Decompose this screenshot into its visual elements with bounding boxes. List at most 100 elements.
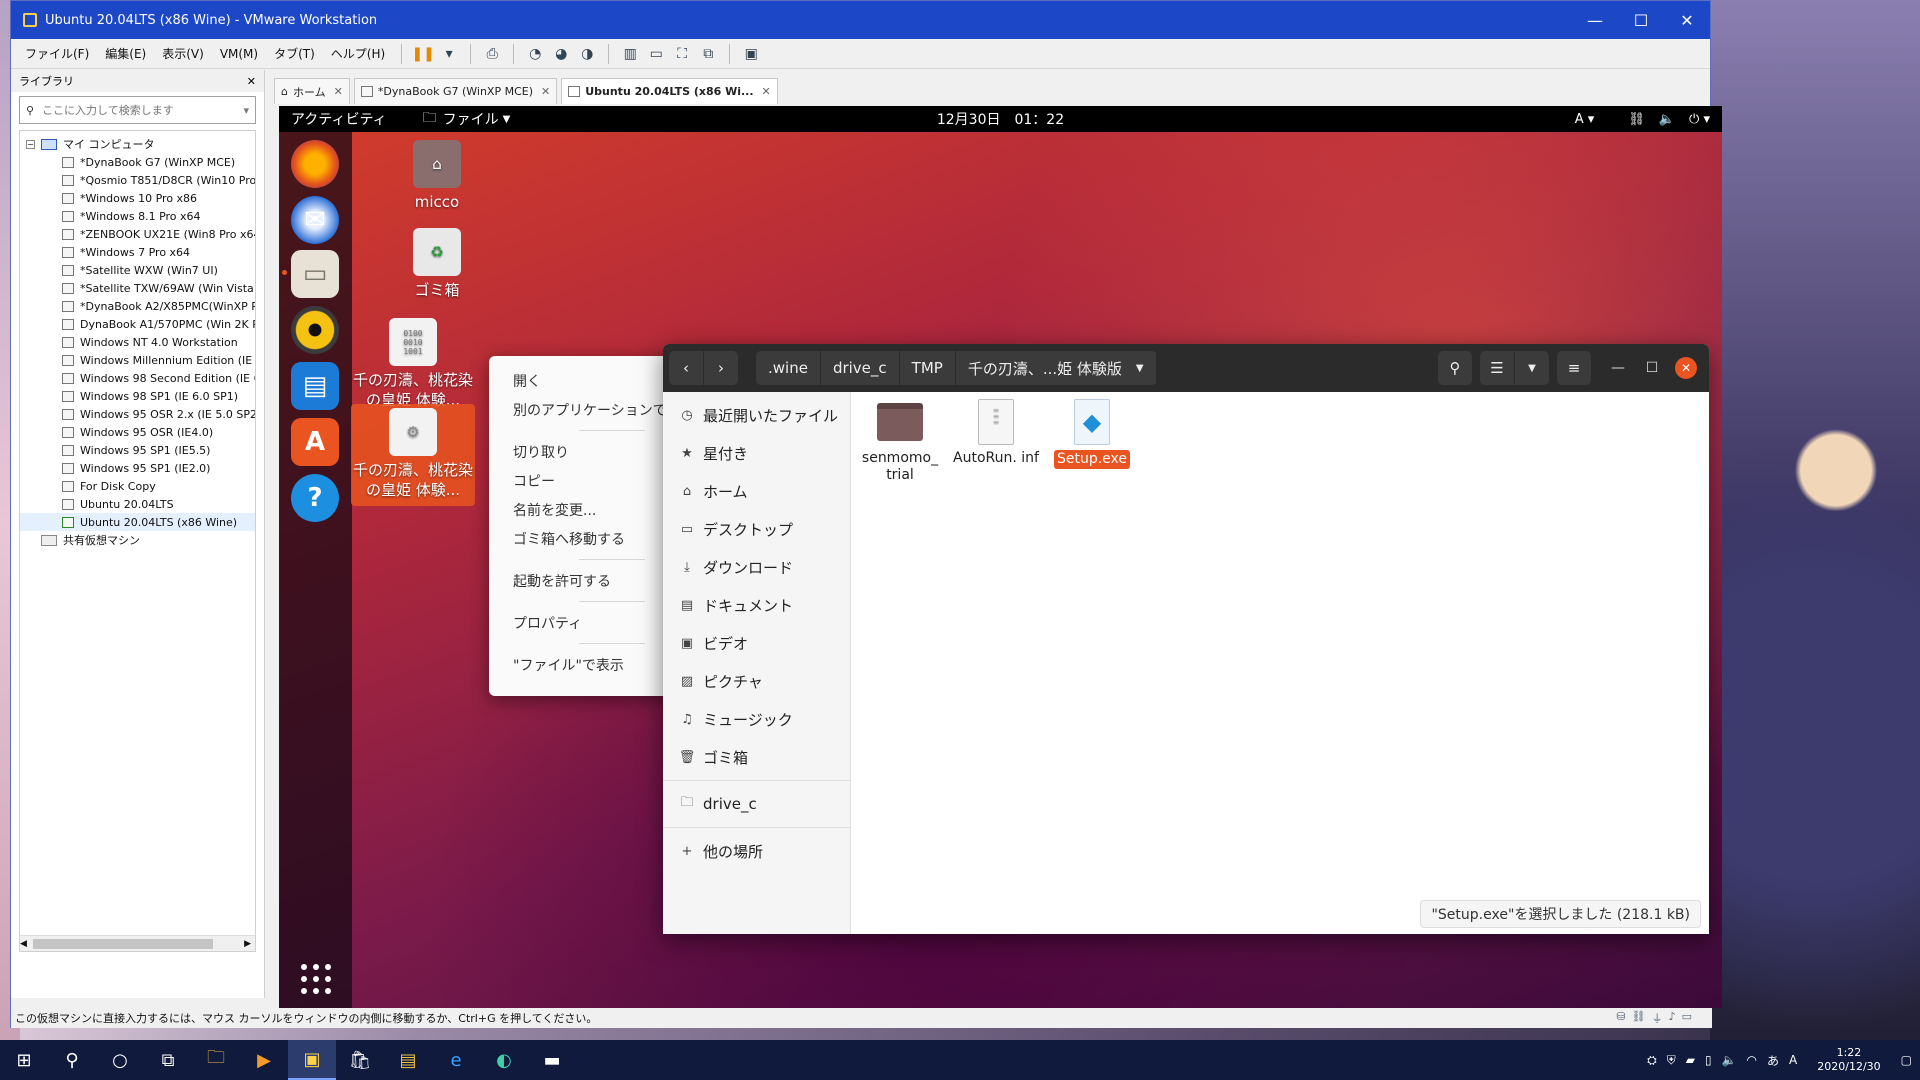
view-options-button[interactable]: ▼ (1515, 351, 1549, 385)
software-icon[interactable]: A (291, 418, 339, 466)
scroll-thumb[interactable] (32, 938, 213, 949)
revert-snapshot-icon[interactable]: ◕ (548, 42, 574, 66)
tree-item-vm[interactable]: Windows 95 OSR (IE4.0) (20, 423, 255, 441)
tree-root-shared[interactable]: 共有仮想マシン (20, 531, 255, 549)
vmware-taskbar-icon[interactable]: ▣ (288, 1040, 336, 1080)
desktop-icon-trash[interactable]: ♻ ゴミ箱 (377, 228, 497, 300)
folder-app-icon[interactable]: ▤ (384, 1040, 432, 1080)
tree-item-vm[interactable]: *Windows 10 Pro x86 (20, 189, 255, 207)
breadcrumb-drive-c[interactable]: drive_c (820, 351, 900, 385)
tree-item-vm[interactable]: *Satellite WXW (Win7 UI) (20, 261, 255, 279)
pause-dropdown-icon[interactable]: ▾ (436, 42, 462, 66)
tree-item-vm[interactable]: *Qosmio T851/D8CR (Win10 Pro x (20, 171, 255, 189)
menu-file[interactable]: ファイル(F) (17, 45, 97, 62)
desktop-icon-file[interactable]: 0100 0010 1001 千の刃濤、桃花染の皇姫 体験... (351, 318, 475, 410)
library-close-icon[interactable]: ✕ (247, 75, 256, 88)
internet-explorer-icon[interactable]: e (432, 1040, 480, 1080)
tree-item-vm[interactable]: Windows 95 SP1 (IE2.0) (20, 459, 255, 477)
ime-indicator[interactable]: あ (1767, 1052, 1779, 1069)
sidebar-item-pictures[interactable]: ▨ ピクチャ (663, 662, 850, 700)
sidebar-item-downloads[interactable]: ⤓ ダウンロード (663, 548, 850, 586)
power-icon[interactable]: ⏻ ▾ (1689, 112, 1710, 127)
tab-close-icon[interactable]: ✕ (334, 85, 343, 98)
library-search-input[interactable] (42, 103, 244, 117)
list-view-button[interactable]: ☰ (1480, 351, 1514, 385)
scroll-right-icon[interactable]: ▶ (244, 939, 251, 949)
tree-item-vm[interactable]: Windows 98 SP1 (IE 6.0 SP1) (20, 387, 255, 405)
tree-item-vm[interactable]: For Disk Copy (20, 477, 255, 495)
minimize-button[interactable]: — (1572, 1, 1618, 39)
activities-button[interactable]: アクティビティ (291, 109, 387, 129)
store-icon[interactable]: 🛍 (336, 1040, 384, 1080)
tree-item-vm[interactable]: Windows 95 SP1 (IE5.5) (20, 441, 255, 459)
snapshot-icon[interactable]: ◔ (522, 42, 548, 66)
cortana-icon[interactable]: ○ (96, 1040, 144, 1080)
task-view-icon[interactable]: ⧉ (144, 1040, 192, 1080)
volume-icon[interactable]: 🔈 (1659, 112, 1675, 127)
ime-mode-icon[interactable]: A (1789, 1053, 1797, 1067)
wifi-icon[interactable]: ◠ (1747, 1053, 1757, 1067)
maximize-button[interactable]: ☐ (1618, 1, 1664, 39)
tab-home[interactable]: ⌂ ホーム ✕ (274, 78, 350, 104)
network-icon[interactable]: ⛓ (1628, 112, 1645, 127)
snapshot-manager-icon[interactable]: ◑ (574, 42, 600, 66)
tree-item-vm[interactable]: *Satellite TXW/69AW (Win Vista U (20, 279, 255, 297)
show-applications-icon[interactable] (301, 964, 331, 994)
sidebar-item-recent[interactable]: ◷ 最近開いたファイル (663, 396, 850, 434)
tree-item-vm[interactable]: Windows 98 Second Edition (IE 6 (20, 369, 255, 387)
close-icon[interactable]: ✕ (1675, 357, 1697, 379)
taskbar-clock[interactable]: 1:22 2020/12/30 (1817, 1046, 1880, 1074)
tree-item-vm[interactable]: Windows 95 OSR 2.x (IE 5.0 SP2) (20, 405, 255, 423)
edge-icon[interactable]: ◐ (480, 1040, 528, 1080)
tree-item-vm[interactable]: Ubuntu 20.04LTS (20, 495, 255, 513)
tree-root-my-computer[interactable]: − マイ コンピュータ (20, 135, 255, 153)
media-player-icon[interactable]: ▶ (240, 1040, 288, 1080)
menu-help[interactable]: ヘルプ(H) (323, 45, 393, 62)
sound-icon[interactable]: ♪ (1669, 1010, 1676, 1026)
tree-item-vm[interactable]: *Windows 8.1 Pro x64 (20, 207, 255, 225)
sidebar-item-drive-c[interactable]: 🗀 drive_c (663, 785, 850, 823)
tab-close-icon[interactable]: ✕ (541, 85, 550, 98)
tree-item-vm[interactable]: *DynaBook A2/X85PMC(WinXP P (20, 297, 255, 315)
pause-icon[interactable]: ❚❚ (410, 42, 436, 66)
sidebar-item-desktop[interactable]: ▭ デスクトップ (663, 510, 850, 548)
display-icon[interactable]: ▭ (1682, 1010, 1692, 1026)
tab-dynabook[interactable]: *DynaBook G7 (WinXP MCE) ✕ (353, 78, 558, 104)
terminal-icon[interactable]: ▬ (528, 1040, 576, 1080)
search-icon[interactable]: ⚲ (48, 1040, 96, 1080)
minimize-icon[interactable]: — (1601, 360, 1635, 376)
search-dropdown-icon[interactable]: ▾ (243, 104, 249, 117)
ubuntu-desktop[interactable]: ✉ ▭ ▤ A ? ⌂ micco ♻ ゴミ箱 0100 0010 1001 千… (279, 132, 1722, 1008)
tree-item-vm[interactable]: DynaBook A1/570PMC (Win 2K P (20, 315, 255, 333)
sidebar-item-other-locations[interactable]: + 他の場所 (663, 832, 850, 870)
start-icon[interactable]: ⊞ (0, 1040, 48, 1080)
menu-edit[interactable]: 編集(E) (97, 45, 154, 62)
help-icon[interactable]: ? (291, 474, 339, 522)
usb-icon[interactable]: ⏚ (1652, 1010, 1663, 1026)
file-item-folder[interactable]: senmomo_ trial (855, 398, 945, 484)
file-explorer-icon[interactable]: 🗀 (192, 1040, 240, 1080)
tree-item-vm[interactable]: Windows NT 4.0 Workstation (20, 333, 255, 351)
fullscreen-icon[interactable]: ⛶ (669, 42, 695, 66)
sidebar-item-starred[interactable]: ★ 星付き (663, 434, 850, 472)
thumbnail-bar-icon[interactable]: ▭ (643, 42, 669, 66)
search-button[interactable]: ⚲ (1438, 351, 1472, 385)
tray-overflow-icon[interactable]: ⛭ (1647, 1053, 1657, 1068)
sidebar-item-music[interactable]: ♫ ミュージック (663, 700, 850, 738)
desktop-icon-file-selected[interactable]: ⚙ 千の刃濤、桃花染の皇姫 体験... (351, 404, 475, 506)
breadcrumb-current[interactable]: 千の刃濤、...姫 体験版 ▼ (955, 351, 1157, 385)
forward-button[interactable]: › (704, 351, 738, 385)
writer-icon[interactable]: ▤ (291, 362, 339, 410)
notification-icon[interactable]: ▢ (1901, 1053, 1912, 1067)
scroll-left-icon[interactable]: ◀ (20, 939, 27, 949)
sidebar-item-videos[interactable]: ▣ ビデオ (663, 624, 850, 662)
close-button[interactable]: ✕ (1664, 1, 1710, 39)
breadcrumb-wine[interactable]: .wine (756, 351, 821, 385)
library-toggle-icon[interactable]: ▥ (617, 42, 643, 66)
input-method-indicator[interactable]: A ▾ (1575, 112, 1595, 127)
files-view[interactable]: senmomo_ trial ≡ ≡ ≡ AutoRun. inf ◆ Setup.… (851, 392, 1709, 934)
nvidia-icon[interactable]: ▰ (1686, 1053, 1695, 1067)
file-item-autorun[interactable]: ≡ ≡ ≡ AutoRun. inf (951, 398, 1041, 467)
unity-icon[interactable]: ⧉ (695, 42, 721, 66)
firefox-icon[interactable] (291, 140, 339, 188)
